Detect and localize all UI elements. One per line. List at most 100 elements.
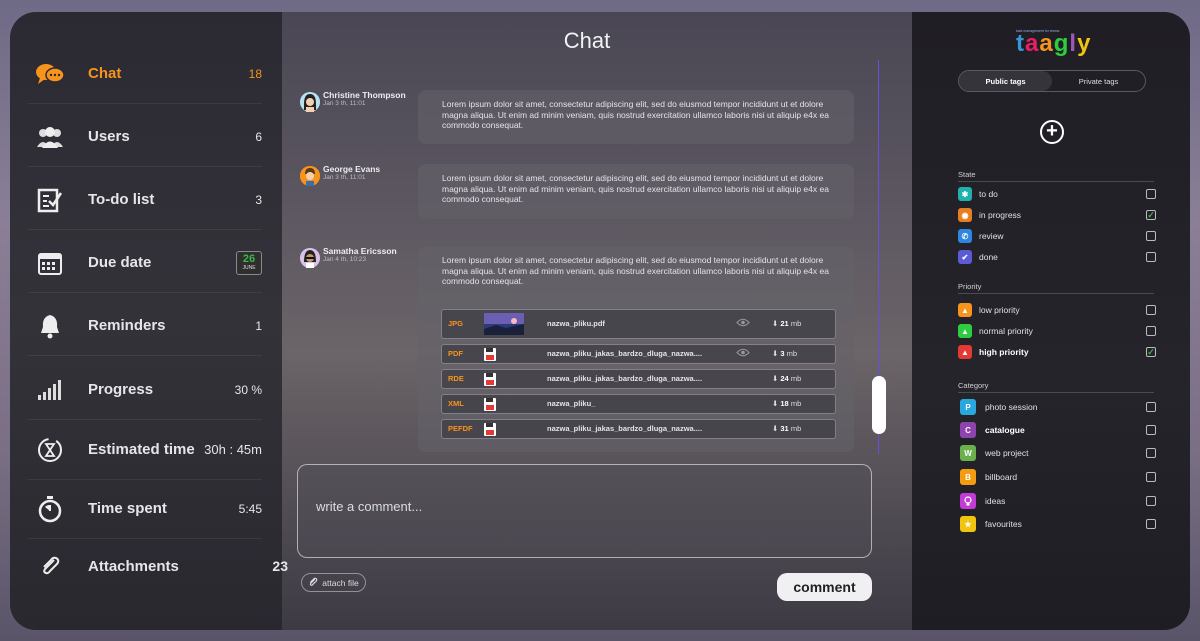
- attach-file-button[interactable]: attach file: [301, 573, 366, 592]
- tag-row-to-do[interactable]: ✱ to do: [958, 186, 1158, 202]
- sidebar-item-time-spent[interactable]: Time spent 5:45: [28, 479, 262, 539]
- avatar: [300, 166, 320, 186]
- tag-label: in progress: [979, 210, 1022, 220]
- time-spent-value: 5:45: [238, 501, 262, 516]
- tag-row-billboard[interactable]: B billboard: [958, 468, 1158, 486]
- message-time: Jan 3 th, 11:01: [323, 174, 366, 181]
- tag-row-high-priority[interactable]: ▲ high priority ✓: [958, 344, 1158, 360]
- tag-row-photo-session[interactable]: P photo session: [958, 398, 1158, 416]
- tag-row-in-progress[interactable]: ◉ in progress ✓: [958, 207, 1158, 223]
- checkbox[interactable]: [1146, 231, 1156, 241]
- download-icon[interactable]: ⬇: [772, 399, 778, 408]
- shield-icon: ✔: [958, 250, 972, 264]
- sidebar-item-todo[interactable]: To-do list 3: [28, 170, 262, 230]
- message-header: Samatha Ericsson Jan 4 th, 10:23: [300, 246, 397, 268]
- file-type: RDE: [448, 373, 464, 383]
- checkbox[interactable]: [1146, 326, 1156, 336]
- tab-private-tags[interactable]: Private tags: [1052, 71, 1145, 91]
- sidebar: Chat 18 Users 6 To-do list 3 Due date 26…: [10, 12, 288, 630]
- file-row[interactable]: JPG nazwa_pliku.pdf ⬇ 21 mb: [441, 309, 836, 339]
- comment-input[interactable]: write a comment...: [297, 464, 872, 558]
- divider: [958, 181, 1154, 182]
- tag-label: billboard: [985, 472, 1018, 482]
- checkbox[interactable]: [1146, 472, 1156, 482]
- file-name: nazwa_pliku_: [547, 398, 596, 408]
- checkbox[interactable]: [1146, 252, 1156, 262]
- download-icon[interactable]: ⬇: [772, 319, 778, 328]
- download-icon[interactable]: ⬇: [772, 424, 778, 433]
- tag-row-normal-priority[interactable]: ▲ normal priority: [958, 323, 1158, 339]
- tag-label: high priority: [979, 347, 1029, 357]
- file-size: ⬇ 31 mb: [760, 424, 820, 435]
- tag-label: done: [979, 252, 998, 262]
- tag-row-catalogue[interactable]: C catalogue: [958, 421, 1158, 439]
- sidebar-item-count: 3: [255, 192, 262, 207]
- checkbox[interactable]: [1146, 425, 1156, 435]
- sidebar-item-label: Due date: [88, 254, 152, 271]
- tag-row-web-project[interactable]: W web project: [958, 444, 1158, 462]
- add-tag-button[interactable]: +: [1040, 120, 1064, 144]
- file-size-value: 31: [780, 423, 789, 433]
- checkbox[interactable]: [1146, 305, 1156, 315]
- download-icon[interactable]: ⬇: [772, 349, 778, 358]
- checkbox[interactable]: [1146, 402, 1156, 412]
- floppy-disk-icon: [484, 347, 536, 361]
- file-type: PEFDF: [448, 423, 473, 433]
- sidebar-item-progress[interactable]: Progress 30 %: [28, 360, 262, 420]
- file-row[interactable]: PDF nazwa_pliku_jakas_bardzo_dluga_nazwa…: [441, 344, 836, 364]
- checkbox-checked[interactable]: ✓: [1146, 347, 1156, 357]
- file-size-unit: mb: [790, 373, 802, 383]
- sidebar-item-label: Chat: [88, 65, 122, 82]
- chat-panel: Chat Christine Thompson Jan 3 th, 11:01 …: [282, 12, 912, 630]
- tag-row-done[interactable]: ✔ done: [958, 249, 1158, 265]
- tag-label: web project: [985, 448, 1029, 458]
- sidebar-item-chat[interactable]: Chat 18: [28, 44, 262, 104]
- due-date-badge: 26 JUNE: [236, 250, 262, 275]
- tag-row-ideas[interactable]: ideas: [958, 492, 1158, 510]
- category-section-title: Category: [958, 381, 989, 390]
- message-bubble: Lorem ipsum dolor sit amet, consectetur …: [418, 90, 854, 144]
- stopwatch-icon: [32, 491, 68, 527]
- checkbox[interactable]: [1146, 496, 1156, 506]
- sidebar-item-users[interactable]: Users 6: [28, 107, 262, 167]
- file-name: nazwa_pliku_jakas_bardzo_dluga_nazwa....: [547, 423, 703, 433]
- sidebar-item-label: Estimated time: [88, 441, 195, 458]
- category-letter-c: C: [960, 422, 976, 438]
- checkbox[interactable]: [1146, 448, 1156, 458]
- file-size-value: 24: [780, 373, 789, 383]
- file-size-unit: mb: [790, 398, 802, 408]
- tags-toggle: Public tags Private tags: [958, 70, 1146, 92]
- file-row[interactable]: PEFDF nazwa_pliku_jakas_bardzo_dluga_naz…: [441, 419, 836, 439]
- progress-value: 30 %: [234, 382, 262, 397]
- file-size: ⬇ 18 mb: [760, 399, 820, 410]
- sidebar-item-estimated-time[interactable]: Estimated time 30h : 45m: [28, 420, 262, 480]
- message-author: Christine Thompson: [323, 90, 406, 100]
- tag-row-favourites[interactable]: ★ favourites: [958, 515, 1158, 533]
- scrollbar-thumb[interactable]: [872, 376, 886, 434]
- file-row[interactable]: RDE nazwa_pliku_jakas_bardzo_dluga_nazwa…: [441, 369, 836, 389]
- sidebar-item-reminders[interactable]: Reminders 1: [28, 296, 262, 356]
- file-size: ⬇ 21 mb: [760, 319, 820, 330]
- comment-button[interactable]: comment: [777, 573, 872, 601]
- phone-icon: ✆: [958, 229, 972, 243]
- sidebar-item-due-date[interactable]: Due date 26 JUNE: [28, 233, 262, 293]
- download-icon[interactable]: ⬇: [772, 374, 778, 383]
- eye-icon[interactable]: [726, 318, 760, 331]
- state-section-title: State: [958, 170, 976, 179]
- checkbox-checked[interactable]: ✓: [1146, 210, 1156, 220]
- file-row[interactable]: XML nazwa_pliku_ ⬇ 18 mb: [441, 394, 836, 414]
- tab-public-tags[interactable]: Public tags: [959, 71, 1052, 91]
- file-type: JPG: [448, 318, 464, 328]
- eye-icon[interactable]: [726, 348, 760, 361]
- checkbox[interactable]: [1146, 189, 1156, 199]
- tag-row-review[interactable]: ✆ review: [958, 228, 1158, 244]
- checkbox[interactable]: [1146, 519, 1156, 529]
- paperclip-icon: [308, 577, 318, 589]
- warning-icon: ▲: [958, 345, 972, 359]
- logo: taagly: [1016, 30, 1092, 57]
- tag-row-low-priority[interactable]: ▲ low priority: [958, 302, 1158, 318]
- sidebar-item-count: 18: [248, 66, 262, 81]
- sidebar-item-attachments[interactable]: Attachments 23: [28, 536, 288, 596]
- sidebar-item-label: Users: [88, 128, 130, 145]
- file-size-unit: mb: [790, 423, 802, 433]
